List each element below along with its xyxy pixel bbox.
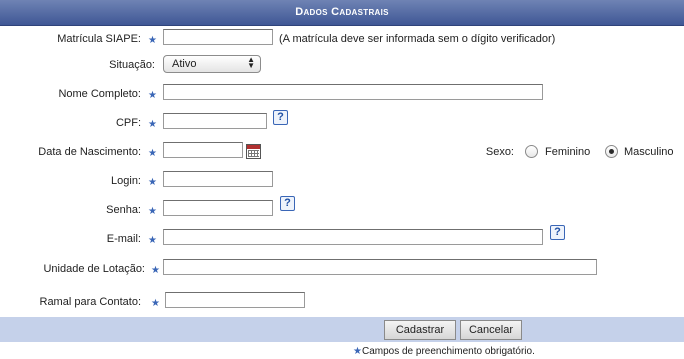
situacao-select[interactable]: Ativo ▲ ▼ [163, 55, 261, 73]
lotacao-label: Unidade de Lotação: [43, 263, 145, 275]
siape-hint: (A matrícula deve ser informada sem o dí… [279, 33, 556, 45]
sexo-label: Sexo: [485, 146, 514, 158]
cpf-label: CPF: [115, 117, 141, 129]
required-star-icon: ★ [151, 298, 160, 309]
form-header: Dados Cadastrais [0, 0, 684, 26]
cadastrar-button[interactable]: Cadastrar [384, 320, 456, 340]
siape-input[interactable] [163, 29, 273, 45]
senha-help-icon[interactable]: ? [280, 196, 295, 211]
cpf-help-icon[interactable]: ? [273, 110, 288, 125]
nome-input[interactable] [163, 84, 543, 100]
required-star-icon: ★ [353, 346, 362, 357]
required-fields-text: Campos de preenchimento obrigatório. [361, 346, 535, 357]
situacao-selected: Ativo [172, 58, 197, 70]
email-input[interactable] [163, 229, 543, 245]
required-star-icon: ★ [148, 206, 157, 217]
required-star-icon: ★ [148, 90, 157, 101]
sexo-feminino-radio[interactable] [525, 145, 538, 158]
ramal-input[interactable] [165, 292, 305, 308]
ramal-label: Ramal para Contato: [39, 296, 142, 308]
cancelar-button[interactable]: Cancelar [460, 320, 522, 340]
required-fields-note: ★Campos de preenchimento obrigatório. [353, 346, 535, 357]
required-star-icon: ★ [148, 177, 157, 188]
sexo-masculino-label: Masculino [624, 146, 674, 158]
nome-label: Nome Completo: [58, 88, 141, 100]
nascimento-label: Data de Nascimento: [38, 146, 141, 158]
required-star-icon: ★ [148, 35, 157, 46]
login-input[interactable] [163, 171, 273, 187]
nascimento-input[interactable] [163, 142, 243, 158]
cpf-input[interactable] [163, 113, 267, 129]
form-title: Dados Cadastrais [295, 6, 389, 18]
updown-arrows-icon: ▲ ▼ [247, 55, 255, 70]
login-label: Login: [111, 175, 141, 187]
email-help-icon[interactable]: ? [550, 225, 565, 240]
required-star-icon: ★ [148, 119, 157, 130]
senha-input[interactable] [163, 200, 273, 216]
sexo-masculino-radio[interactable] [605, 145, 618, 158]
siape-label: Matrícula SIAPE: [57, 33, 141, 45]
calendar-icon[interactable] [246, 144, 261, 159]
form-actions-bar [0, 317, 684, 342]
required-star-icon: ★ [151, 265, 160, 276]
situacao-label: Situação: [109, 59, 155, 71]
required-star-icon: ★ [148, 235, 157, 246]
senha-label: Senha: [106, 204, 141, 216]
required-star-icon: ★ [148, 148, 157, 159]
lotacao-input[interactable] [163, 259, 597, 275]
email-label: E-mail: [106, 233, 141, 245]
sexo-feminino-label: Feminino [545, 146, 591, 158]
